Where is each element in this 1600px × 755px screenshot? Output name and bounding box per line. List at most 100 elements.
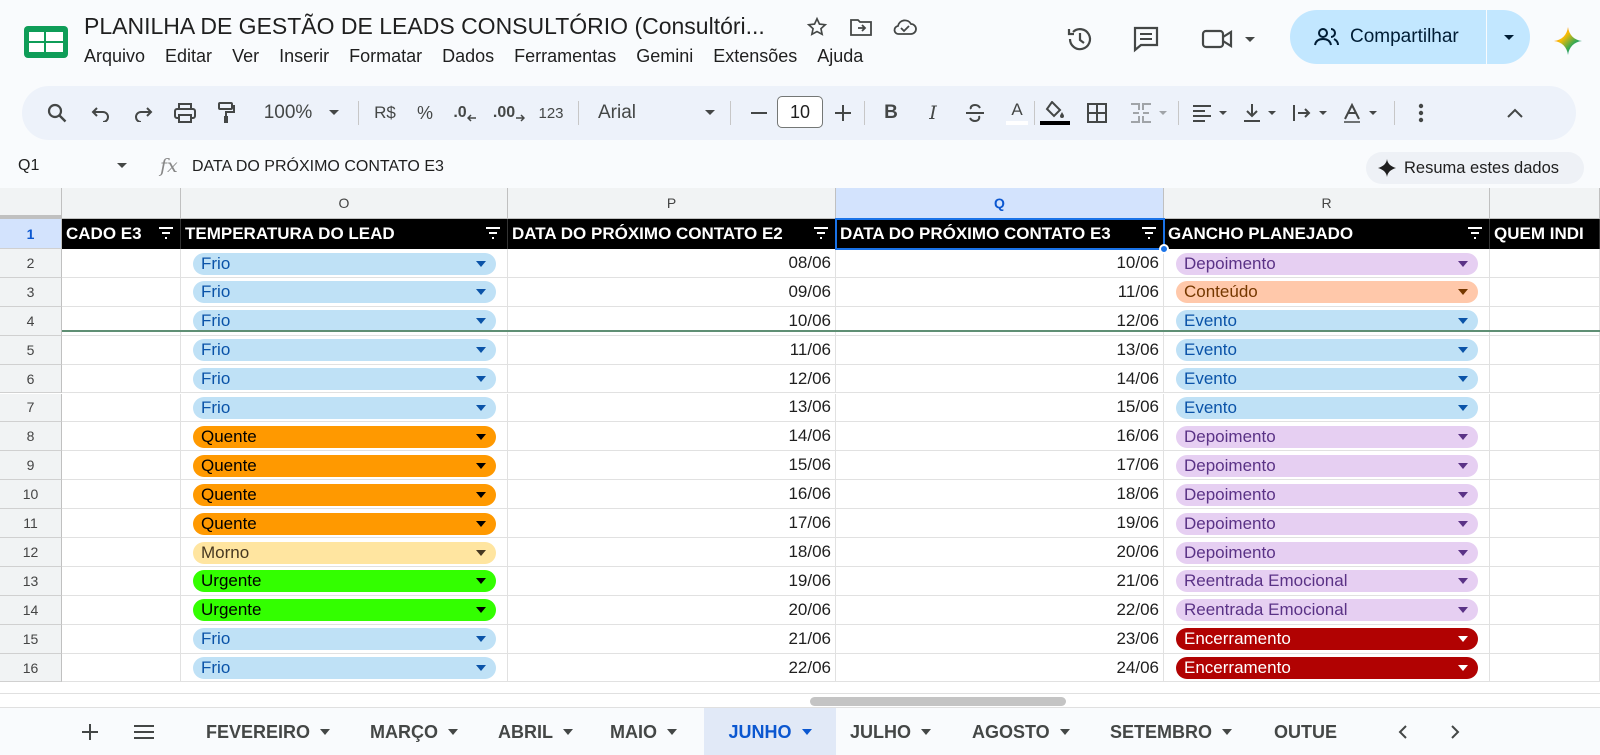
header-cell-n[interactable]: CADO E3 <box>62 219 181 249</box>
undo-icon[interactable] <box>86 86 116 140</box>
filter-icon[interactable] <box>813 226 829 240</box>
cell-p7[interactable]: 13/06 <box>508 393 836 423</box>
chip-dropdown-icon[interactable] <box>476 433 486 440</box>
temperature-dropdown-chip[interactable]: Urgente <box>193 570 496 593</box>
hook-dropdown-chip[interactable]: Depoimento <box>1176 541 1478 564</box>
chip-dropdown-icon[interactable] <box>476 289 486 296</box>
menu-dados[interactable]: Dados <box>442 46 504 67</box>
hook-dropdown-chip[interactable]: Depoimento <box>1176 483 1478 506</box>
all-sheets-icon[interactable] <box>120 708 168 755</box>
vertical-align-icon[interactable] <box>1238 86 1282 140</box>
sheet-tab-agosto[interactable]: AGOSTO <box>958 708 1084 755</box>
sheet-tab-maio[interactable]: MAIO <box>596 708 691 755</box>
hook-dropdown-chip[interactable]: Encerramento <box>1176 628 1478 651</box>
italic-button[interactable]: I <box>918 86 948 140</box>
temperature-dropdown-chip[interactable]: Quente <box>193 483 496 506</box>
cell-q3[interactable]: 11/06 <box>836 277 1164 307</box>
decrease-decimal-button[interactable]: .0 <box>450 86 480 140</box>
hook-dropdown-chip[interactable]: Conteúdo <box>1176 281 1478 304</box>
cell-n6[interactable] <box>62 364 181 394</box>
sheet-tab-menu-icon[interactable] <box>667 729 677 735</box>
chip-dropdown-icon[interactable] <box>476 520 486 527</box>
cell-q6[interactable]: 14/06 <box>836 364 1164 394</box>
hook-dropdown-chip[interactable]: Encerramento <box>1176 657 1478 680</box>
row-header-1[interactable]: 1 <box>0 219 62 249</box>
column-header-s[interactable] <box>1490 188 1600 219</box>
document-title[interactable]: PLANILHA DE GESTÃO DE LEADS CONSULTÓRIO … <box>84 13 765 40</box>
add-sheet-icon[interactable] <box>68 708 112 755</box>
cell-s6[interactable] <box>1490 364 1600 394</box>
cell-p12[interactable]: 18/06 <box>508 538 836 567</box>
move-folder-icon[interactable] <box>848 14 874 40</box>
sheet-tab-junho[interactable]: JUNHO <box>704 708 836 755</box>
cell-n9[interactable] <box>62 451 181 481</box>
more-formats-button[interactable]: 123 <box>534 86 568 140</box>
cell-n8[interactable] <box>62 422 181 452</box>
temperature-dropdown-chip[interactable]: Urgente <box>193 599 496 622</box>
sheet-tab-julho[interactable]: JULHO <box>836 708 945 755</box>
cell-s14[interactable] <box>1490 595 1600 625</box>
cell-s3[interactable] <box>1490 277 1600 307</box>
menu-editar[interactable]: Editar <box>165 46 222 67</box>
spreadsheet-grid[interactable]: O P Q R 1 CADO E3 TEMPERATURA DO LEAD DA… <box>0 188 1600 693</box>
sheet-tab-menu-icon[interactable] <box>448 729 458 735</box>
cell-s8[interactable] <box>1490 422 1600 452</box>
cell-p8[interactable]: 14/06 <box>508 422 836 452</box>
cell-n3[interactable] <box>62 277 181 307</box>
font-size-input[interactable]: 10 <box>777 96 823 128</box>
collapse-menus-icon[interactable] <box>1500 86 1530 140</box>
paint-format-icon[interactable] <box>212 86 242 140</box>
column-header-n[interactable] <box>62 188 181 219</box>
menu-extensoes[interactable]: Extensões <box>713 46 807 67</box>
cell-n13[interactable] <box>62 566 181 596</box>
chip-dropdown-icon[interactable] <box>476 491 486 498</box>
chip-dropdown-icon[interactable] <box>476 405 486 411</box>
history-icon[interactable] <box>1060 14 1100 64</box>
chip-dropdown-icon[interactable] <box>1458 549 1468 556</box>
comments-icon[interactable] <box>1126 14 1166 64</box>
column-header-o[interactable]: O <box>181 188 508 219</box>
fill-handle[interactable] <box>1159 244 1169 254</box>
chip-dropdown-icon[interactable] <box>476 347 486 354</box>
hook-dropdown-chip[interactable]: Depoimento <box>1176 512 1478 535</box>
merge-cells-icon[interactable] <box>1126 86 1172 140</box>
currency-format-button[interactable]: R$ <box>368 86 402 140</box>
cell-s16[interactable] <box>1490 653 1600 683</box>
bold-button[interactable]: B <box>876 86 906 140</box>
hook-dropdown-chip[interactable]: Depoimento <box>1176 252 1478 275</box>
filter-icon[interactable] <box>158 226 174 240</box>
row-header-7[interactable]: 7 <box>0 393 62 423</box>
sheet-tab-setembro[interactable]: SETEMBRO <box>1096 708 1246 755</box>
strikethrough-icon[interactable] <box>960 86 990 140</box>
menu-arquivo[interactable]: Arquivo <box>84 46 155 67</box>
cell-q9[interactable]: 17/06 <box>836 451 1164 481</box>
hook-dropdown-chip[interactable]: Depoimento <box>1176 425 1478 448</box>
text-rotation-icon[interactable] <box>1338 86 1382 140</box>
cell-n12[interactable] <box>62 538 181 567</box>
chip-dropdown-icon[interactable] <box>1458 462 1468 469</box>
name-box-dropdown-icon[interactable] <box>116 162 128 170</box>
redo-icon[interactable] <box>128 86 158 140</box>
row-header-9[interactable]: 9 <box>0 451 62 481</box>
temperature-dropdown-chip[interactable]: Frio <box>193 628 496 651</box>
row-header-16[interactable]: 16 <box>0 653 62 683</box>
row-header-15[interactable]: 15 <box>0 624 62 654</box>
fill-color-icon[interactable] <box>1038 86 1072 140</box>
cell-s15[interactable] <box>1490 624 1600 654</box>
column-header-q[interactable]: Q <box>836 188 1164 219</box>
row-header-6[interactable]: 6 <box>0 364 62 394</box>
cell-p9[interactable]: 15/06 <box>508 451 836 481</box>
chip-dropdown-icon[interactable] <box>1458 260 1468 267</box>
gemini-icon[interactable] <box>1548 16 1588 66</box>
header-cell-o[interactable]: TEMPERATURA DO LEAD <box>181 219 508 249</box>
frozen-rows-divider[interactable] <box>62 330 1600 332</box>
sheets-logo-icon[interactable] <box>24 24 68 60</box>
font-family-select[interactable]: Arial <box>592 86 722 140</box>
sheet-tab-menu-icon[interactable] <box>1059 729 1070 735</box>
cell-s5[interactable] <box>1490 335 1600 365</box>
cell-q13[interactable]: 21/06 <box>836 566 1164 596</box>
row-header-10[interactable]: 10 <box>0 480 62 510</box>
summarize-data-button[interactable]: Resuma estes dados <box>1366 152 1584 184</box>
temperature-dropdown-chip[interactable]: Quente <box>193 425 496 448</box>
meet-icon[interactable] <box>1198 14 1260 64</box>
